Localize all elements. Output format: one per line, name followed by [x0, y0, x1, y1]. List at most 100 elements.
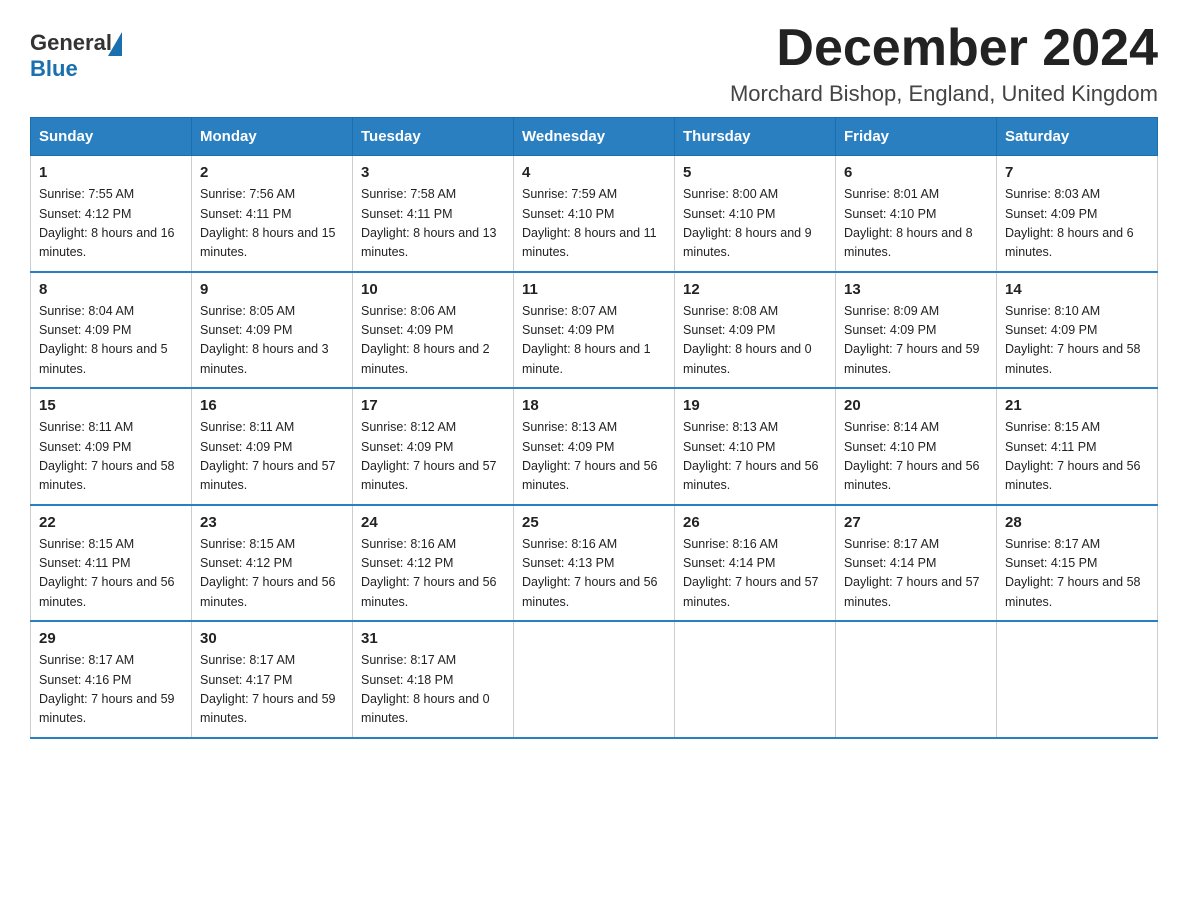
- day-info: Sunrise: 7:55 AM Sunset: 4:12 PM Dayligh…: [39, 185, 183, 263]
- calendar-cell: [997, 621, 1158, 738]
- calendar-table: SundayMondayTuesdayWednesdayThursdayFrid…: [30, 117, 1158, 739]
- calendar-title: December 2024: [730, 20, 1158, 77]
- calendar-cell: 22 Sunrise: 8:15 AM Sunset: 4:11 PM Dayl…: [31, 505, 192, 622]
- header-wednesday: Wednesday: [514, 118, 675, 156]
- calendar-cell: 29 Sunrise: 8:17 AM Sunset: 4:16 PM Dayl…: [31, 621, 192, 738]
- day-number: 5: [683, 164, 827, 181]
- day-info: Sunrise: 8:15 AM Sunset: 4:11 PM Dayligh…: [1005, 418, 1149, 496]
- calendar-cell: 14 Sunrise: 8:10 AM Sunset: 4:09 PM Dayl…: [997, 272, 1158, 389]
- day-number: 13: [844, 281, 988, 298]
- day-info: Sunrise: 8:00 AM Sunset: 4:10 PM Dayligh…: [683, 185, 827, 263]
- calendar-cell: 26 Sunrise: 8:16 AM Sunset: 4:14 PM Dayl…: [675, 505, 836, 622]
- day-number: 18: [522, 397, 666, 414]
- logo-blue: Blue: [30, 56, 78, 81]
- calendar-cell: 23 Sunrise: 8:15 AM Sunset: 4:12 PM Dayl…: [192, 505, 353, 622]
- day-number: 1: [39, 164, 183, 181]
- day-info: Sunrise: 7:59 AM Sunset: 4:10 PM Dayligh…: [522, 185, 666, 263]
- header-thursday: Thursday: [675, 118, 836, 156]
- day-info: Sunrise: 8:11 AM Sunset: 4:09 PM Dayligh…: [200, 418, 344, 496]
- day-number: 28: [1005, 514, 1149, 531]
- day-number: 8: [39, 281, 183, 298]
- calendar-cell: 20 Sunrise: 8:14 AM Sunset: 4:10 PM Dayl…: [836, 388, 997, 505]
- calendar-cell: 9 Sunrise: 8:05 AM Sunset: 4:09 PM Dayli…: [192, 272, 353, 389]
- calendar-cell: [836, 621, 997, 738]
- day-info: Sunrise: 7:56 AM Sunset: 4:11 PM Dayligh…: [200, 185, 344, 263]
- day-number: 7: [1005, 164, 1149, 181]
- calendar-week-row: 15 Sunrise: 8:11 AM Sunset: 4:09 PM Dayl…: [31, 388, 1158, 505]
- day-info: Sunrise: 8:04 AM Sunset: 4:09 PM Dayligh…: [39, 302, 183, 380]
- header-friday: Friday: [836, 118, 997, 156]
- logo: General Blue: [30, 30, 122, 82]
- day-info: Sunrise: 8:05 AM Sunset: 4:09 PM Dayligh…: [200, 302, 344, 380]
- day-number: 25: [522, 514, 666, 531]
- day-number: 2: [200, 164, 344, 181]
- day-number: 9: [200, 281, 344, 298]
- calendar-cell: 8 Sunrise: 8:04 AM Sunset: 4:09 PM Dayli…: [31, 272, 192, 389]
- calendar-cell: [514, 621, 675, 738]
- calendar-cell: 27 Sunrise: 8:17 AM Sunset: 4:14 PM Dayl…: [836, 505, 997, 622]
- day-number: 29: [39, 630, 183, 647]
- day-info: Sunrise: 8:13 AM Sunset: 4:09 PM Dayligh…: [522, 418, 666, 496]
- day-number: 21: [1005, 397, 1149, 414]
- calendar-cell: 2 Sunrise: 7:56 AM Sunset: 4:11 PM Dayli…: [192, 156, 353, 272]
- day-info: Sunrise: 8:16 AM Sunset: 4:14 PM Dayligh…: [683, 535, 827, 613]
- calendar-cell: 19 Sunrise: 8:13 AM Sunset: 4:10 PM Dayl…: [675, 388, 836, 505]
- calendar-week-row: 8 Sunrise: 8:04 AM Sunset: 4:09 PM Dayli…: [31, 272, 1158, 389]
- day-info: Sunrise: 8:17 AM Sunset: 4:14 PM Dayligh…: [844, 535, 988, 613]
- day-number: 24: [361, 514, 505, 531]
- day-info: Sunrise: 8:10 AM Sunset: 4:09 PM Dayligh…: [1005, 302, 1149, 380]
- day-number: 11: [522, 281, 666, 298]
- day-info: Sunrise: 8:11 AM Sunset: 4:09 PM Dayligh…: [39, 418, 183, 496]
- day-number: 30: [200, 630, 344, 647]
- day-info: Sunrise: 8:06 AM Sunset: 4:09 PM Dayligh…: [361, 302, 505, 380]
- day-info: Sunrise: 8:03 AM Sunset: 4:09 PM Dayligh…: [1005, 185, 1149, 263]
- calendar-cell: 15 Sunrise: 8:11 AM Sunset: 4:09 PM Dayl…: [31, 388, 192, 505]
- day-number: 26: [683, 514, 827, 531]
- day-info: Sunrise: 8:08 AM Sunset: 4:09 PM Dayligh…: [683, 302, 827, 380]
- header-tuesday: Tuesday: [353, 118, 514, 156]
- header-sunday: Sunday: [31, 118, 192, 156]
- day-number: 17: [361, 397, 505, 414]
- calendar-cell: 18 Sunrise: 8:13 AM Sunset: 4:09 PM Dayl…: [514, 388, 675, 505]
- day-number: 14: [1005, 281, 1149, 298]
- day-info: Sunrise: 8:17 AM Sunset: 4:17 PM Dayligh…: [200, 651, 344, 729]
- day-info: Sunrise: 8:16 AM Sunset: 4:13 PM Dayligh…: [522, 535, 666, 613]
- calendar-cell: 28 Sunrise: 8:17 AM Sunset: 4:15 PM Dayl…: [997, 505, 1158, 622]
- day-info: Sunrise: 8:07 AM Sunset: 4:09 PM Dayligh…: [522, 302, 666, 380]
- day-number: 10: [361, 281, 505, 298]
- calendar-week-row: 22 Sunrise: 8:15 AM Sunset: 4:11 PM Dayl…: [31, 505, 1158, 622]
- calendar-cell: 5 Sunrise: 8:00 AM Sunset: 4:10 PM Dayli…: [675, 156, 836, 272]
- calendar-header-row: SundayMondayTuesdayWednesdayThursdayFrid…: [31, 118, 1158, 156]
- day-info: Sunrise: 8:17 AM Sunset: 4:16 PM Dayligh…: [39, 651, 183, 729]
- day-number: 19: [683, 397, 827, 414]
- calendar-cell: 16 Sunrise: 8:11 AM Sunset: 4:09 PM Dayl…: [192, 388, 353, 505]
- day-number: 3: [361, 164, 505, 181]
- day-number: 4: [522, 164, 666, 181]
- calendar-cell: 24 Sunrise: 8:16 AM Sunset: 4:12 PM Dayl…: [353, 505, 514, 622]
- calendar-cell: [675, 621, 836, 738]
- calendar-subtitle: Morchard Bishop, England, United Kingdom: [730, 81, 1158, 107]
- title-section: December 2024 Morchard Bishop, England, …: [730, 20, 1158, 107]
- day-info: Sunrise: 8:15 AM Sunset: 4:12 PM Dayligh…: [200, 535, 344, 613]
- day-number: 12: [683, 281, 827, 298]
- calendar-cell: 10 Sunrise: 8:06 AM Sunset: 4:09 PM Dayl…: [353, 272, 514, 389]
- day-number: 22: [39, 514, 183, 531]
- header-monday: Monday: [192, 118, 353, 156]
- day-info: Sunrise: 8:14 AM Sunset: 4:10 PM Dayligh…: [844, 418, 988, 496]
- day-number: 23: [200, 514, 344, 531]
- calendar-cell: 7 Sunrise: 8:03 AM Sunset: 4:09 PM Dayli…: [997, 156, 1158, 272]
- day-info: Sunrise: 7:58 AM Sunset: 4:11 PM Dayligh…: [361, 185, 505, 263]
- day-number: 31: [361, 630, 505, 647]
- day-info: Sunrise: 8:01 AM Sunset: 4:10 PM Dayligh…: [844, 185, 988, 263]
- calendar-cell: 11 Sunrise: 8:07 AM Sunset: 4:09 PM Dayl…: [514, 272, 675, 389]
- logo-general: General: [30, 30, 112, 56]
- day-info: Sunrise: 8:16 AM Sunset: 4:12 PM Dayligh…: [361, 535, 505, 613]
- day-info: Sunrise: 8:17 AM Sunset: 4:15 PM Dayligh…: [1005, 535, 1149, 613]
- header: General Blue December 2024 Morchard Bish…: [30, 20, 1158, 107]
- calendar-cell: 17 Sunrise: 8:12 AM Sunset: 4:09 PM Dayl…: [353, 388, 514, 505]
- calendar-cell: 31 Sunrise: 8:17 AM Sunset: 4:18 PM Dayl…: [353, 621, 514, 738]
- calendar-cell: 1 Sunrise: 7:55 AM Sunset: 4:12 PM Dayli…: [31, 156, 192, 272]
- calendar-cell: 4 Sunrise: 7:59 AM Sunset: 4:10 PM Dayli…: [514, 156, 675, 272]
- day-info: Sunrise: 8:15 AM Sunset: 4:11 PM Dayligh…: [39, 535, 183, 613]
- day-info: Sunrise: 8:12 AM Sunset: 4:09 PM Dayligh…: [361, 418, 505, 496]
